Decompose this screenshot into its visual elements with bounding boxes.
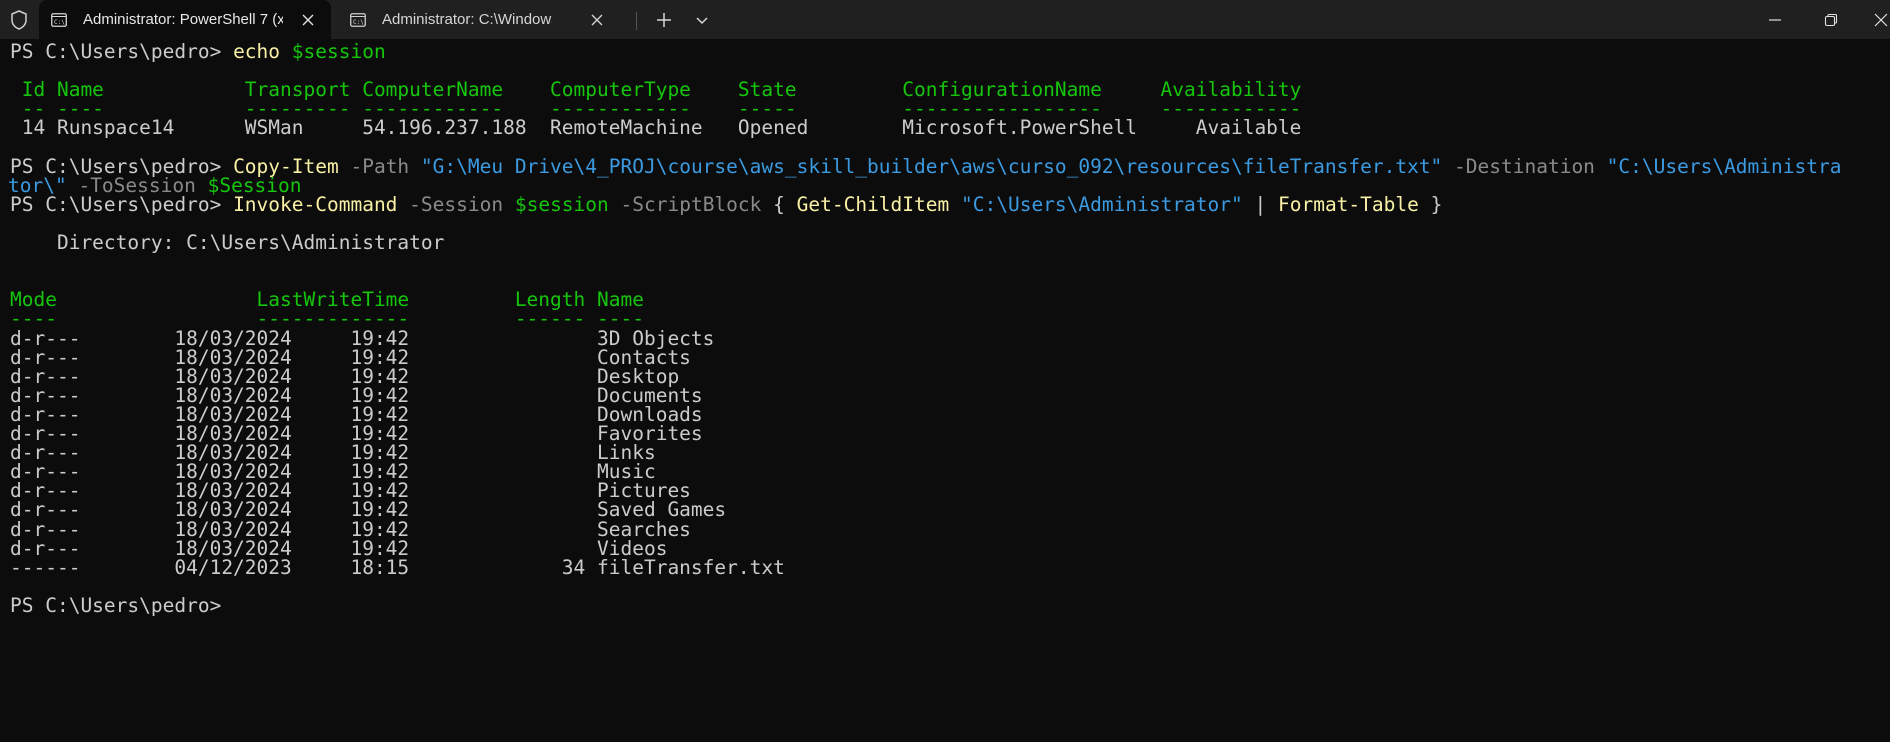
terminal-line: PS C:\Users\pedro> echo $session (10, 40, 386, 63)
terminal-icon: C:\ (51, 12, 67, 28)
terminal-text: -ScriptBlock (620, 192, 774, 216)
terminal-text: Directory: C:\Users\Administrator (10, 231, 445, 254)
close-tab-icon[interactable] (299, 11, 317, 29)
chevron-down-icon[interactable] (690, 8, 714, 32)
terminal-output[interactable]: PS C:\Users\pedro> echo $session Id Name… (0, 39, 1890, 742)
close-tab-icon[interactable] (588, 11, 606, 29)
terminal-line: Directory: C:\Users\Administrator (10, 231, 444, 254)
terminal-text: PS C:\Users\pedro> (10, 192, 234, 216)
minimize-icon[interactable] (1752, 0, 1798, 39)
terminal-text: PS C:\Users\pedro> (10, 593, 234, 617)
terminal-text: Invoke-Command (233, 192, 410, 216)
tab-title: Administrator: PowerShell 7 (x (83, 11, 283, 28)
restore-icon[interactable] (1808, 0, 1854, 39)
terminal-text: -Path (350, 154, 421, 178)
terminal-text: ------ 04/12/2023 18:15 34 fileTransfer.… (10, 555, 785, 579)
close-icon[interactable] (1866, 0, 1890, 39)
terminal-line: 14 Runspace14 WSMan 54.196.237.188 Remot… (10, 116, 1302, 140)
terminal-text: "C:\Users\Administra (1606, 154, 1842, 178)
terminal-text: echo (233, 40, 292, 63)
tab-powershell[interactable]: C:\ Administrator: PowerShell 7 (x (39, 0, 331, 39)
terminal-text: $session (514, 192, 621, 216)
shield-icon[interactable] (8, 9, 30, 31)
terminal-text: -Session (409, 192, 515, 216)
terminal-text: $session (291, 40, 386, 63)
terminal-text: Get-ChildItem (796, 192, 961, 216)
terminal-text: "G:\Meu Drive\4_PROJ\course\aws_skill_bu… (420, 154, 1455, 178)
terminal-text: Format-Table (1277, 192, 1431, 216)
terminal-text: PS C:\Users\pedro> (10, 40, 234, 63)
tab-divider (636, 12, 637, 30)
terminal-text: 14 Runspace14 WSMan 54.196.237.188 Remot… (10, 116, 1302, 140)
terminal-line: ------ 04/12/2023 18:15 34 fileTransfer.… (10, 556, 785, 579)
terminal-text: -Destination (1454, 154, 1607, 178)
tab-cmd[interactable]: C:\ Administrator: C:\Windows\sys (338, 0, 630, 39)
tab-title: Administrator: C:\Windows\sys (382, 11, 552, 28)
terminal-text: { (773, 192, 797, 216)
terminal-line: PS C:\Users\pedro> Invoke-Command -Sessi… (10, 193, 1442, 216)
plus-icon[interactable] (652, 8, 676, 32)
terminal-icon: C:\ (350, 12, 366, 28)
terminal-line: PS C:\Users\pedro> (10, 594, 233, 617)
title-bar: C:\ Administrator: PowerShell 7 (x C:\ A… (0, 0, 1890, 39)
svg-text:C:\: C:\ (54, 19, 65, 26)
terminal-text: } (1430, 192, 1443, 216)
terminal-text: | (1254, 192, 1278, 216)
terminal-text: "C:\Users\Administrator" (961, 192, 1255, 216)
svg-text:C:\: C:\ (353, 19, 364, 26)
